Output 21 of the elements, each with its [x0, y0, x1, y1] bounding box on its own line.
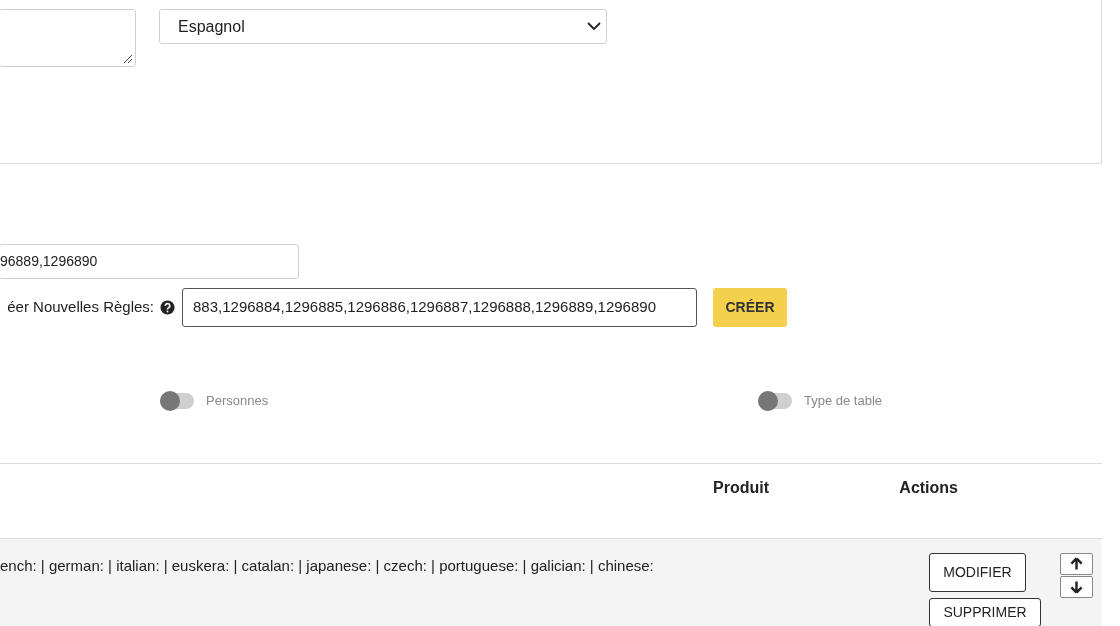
toggle-label: Type de table [804, 392, 884, 411]
arrow-down-icon [1070, 580, 1083, 594]
modify-button[interactable]: MODIFIER [929, 553, 1026, 592]
resize-grip-icon [123, 54, 133, 64]
input-field[interactable]: 96889,1296890 [0, 244, 299, 279]
input-field[interactable]: 883,1296884,1296885,1296886,1296887,1296888,1296889,1296890 [182, 287, 697, 327]
help-icon [160, 299, 175, 315]
delete-button[interactable]: SUPPRIMER [929, 598, 1041, 626]
arrow-up-icon [1070, 557, 1083, 571]
table-cell-text: ench: | german: | italian: | euskera: | catalan: | japanese: | czech: | portuguese: | galician: | chinese: [0, 556, 655, 576]
toggle-switch[interactable] [758, 393, 792, 409]
create-button[interactable]: CRÉER [713, 287, 787, 327]
language-select[interactable]: Espagnol [159, 9, 607, 44]
chevron-down-icon [587, 22, 601, 31]
field-label: éer Nouvelles Règles: [6, 296, 154, 317]
move-up-button[interactable] [1060, 553, 1093, 575]
move-down-button[interactable] [1060, 576, 1093, 598]
column-header: Produit [713, 478, 769, 498]
column-header: Actions [899, 478, 958, 498]
toggle-label: Personnes [206, 392, 270, 411]
toggle-switch[interactable] [160, 393, 194, 409]
